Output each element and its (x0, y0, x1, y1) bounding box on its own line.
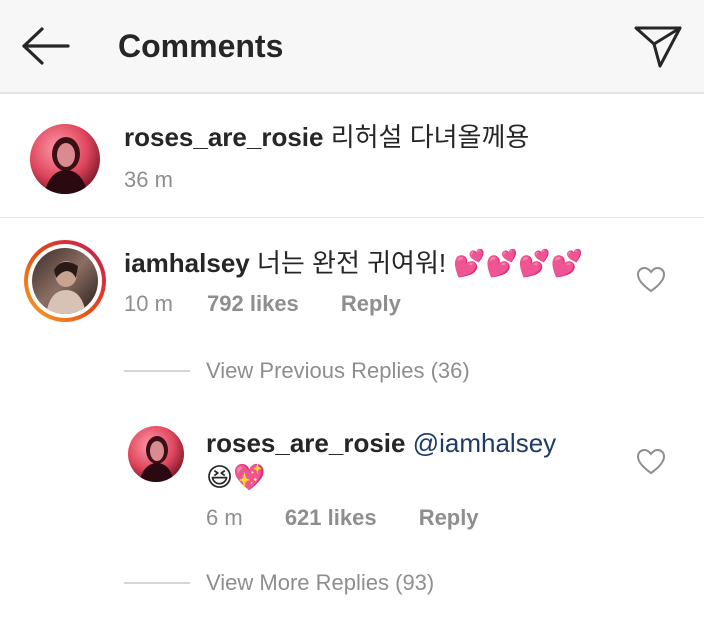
reply-likes[interactable]: 621 likes (285, 505, 377, 530)
comment-row: iamhalsey 너는 완전 귀여워! 💕💕💕💕 10 m 792 likes… (0, 220, 704, 340)
reply-button[interactable]: Reply (341, 291, 401, 316)
reply-username[interactable]: roses_are_rosie (206, 428, 405, 458)
reply-emoji: 😆💖 (206, 462, 266, 492)
avatar[interactable] (30, 124, 100, 194)
replies-divider (124, 582, 190, 584)
caption-text: 리허설 다녀올께용 (330, 122, 530, 152)
like-button[interactable] (636, 266, 666, 294)
reply-mention[interactable]: @iamhalsey (413, 428, 556, 458)
reply-text-line: roses_are_rosie @iamhalsey (206, 426, 556, 460)
heart-icon (636, 448, 666, 475)
reply-button[interactable]: Reply (419, 505, 479, 530)
comment-likes[interactable]: 792 likes (207, 291, 299, 316)
arrow-left-icon (22, 27, 70, 65)
like-button[interactable] (636, 448, 666, 476)
caption-username[interactable]: roses_are_rosie (124, 122, 323, 152)
share-button[interactable] (632, 22, 684, 70)
reply-meta: 6 m 621 likes Reply (206, 504, 479, 532)
avatar[interactable] (24, 240, 106, 322)
caption-meta: 36 m (124, 166, 173, 194)
replies-divider (124, 370, 190, 372)
heart-icon (636, 266, 666, 293)
comment-text: 너는 완전 귀여워! (256, 248, 447, 278)
comment-meta: 10 m 792 likes Reply (124, 290, 401, 318)
back-button[interactable] (20, 24, 72, 68)
view-previous-replies[interactable]: View Previous Replies (36) (206, 357, 470, 385)
comment-username[interactable]: iamhalsey (124, 248, 250, 278)
comment-emoji: 💕💕💕💕 (453, 248, 583, 278)
view-more-replies[interactable]: View More Replies (93) (206, 569, 434, 597)
caption-text-line: roses_are_rosie 리허설 다녀올께용 (124, 120, 529, 154)
comment-text-line: iamhalsey 너는 완전 귀여워! 💕💕💕💕 (124, 246, 583, 280)
caption-row: roses_are_rosie 리허설 다녀올께용 36 m (0, 96, 704, 218)
reply-time: 6 m (206, 505, 243, 530)
header-bar: Comments (0, 0, 704, 94)
reply-row: roses_are_rosie @iamhalsey 😆💖 6 m 621 li… (0, 408, 704, 548)
comment-time: 10 m (124, 291, 173, 316)
caption-time: 36 m (124, 167, 173, 192)
page-title: Comments (118, 28, 284, 64)
paper-plane-icon (634, 26, 682, 68)
avatar[interactable] (128, 426, 184, 482)
